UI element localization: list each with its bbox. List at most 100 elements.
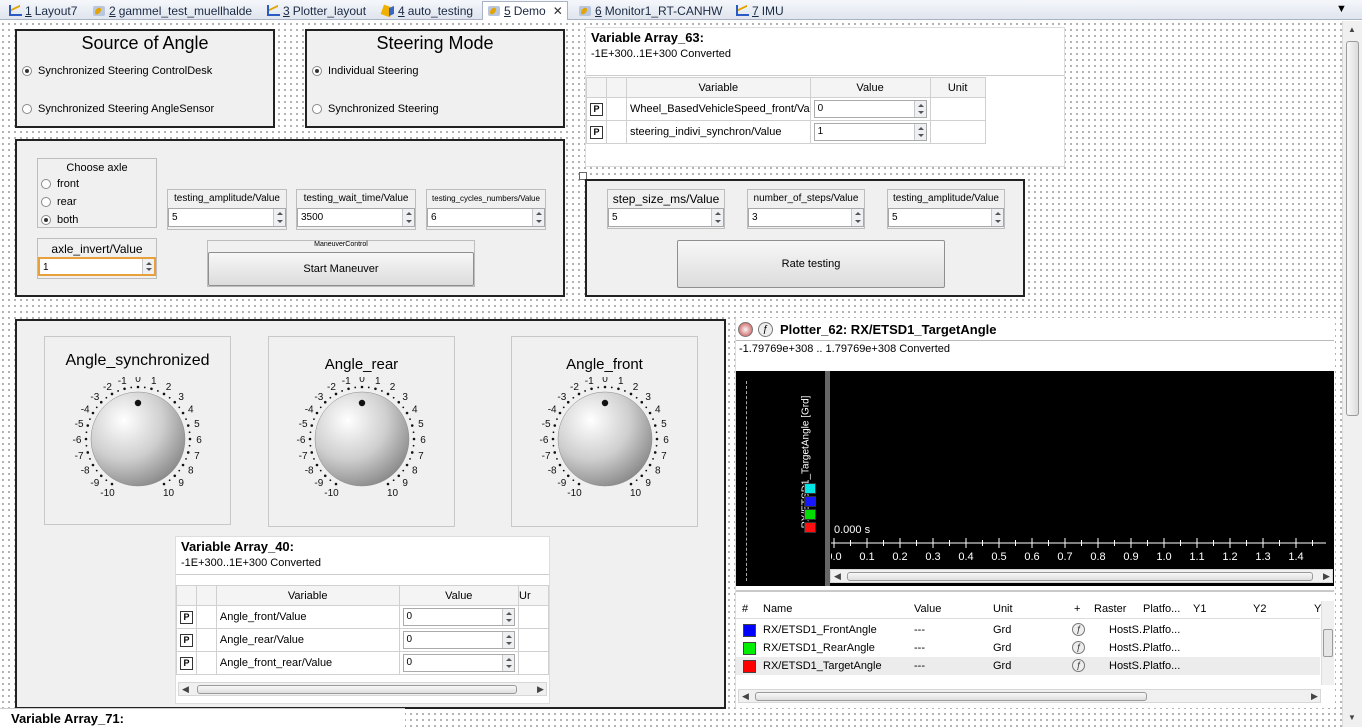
- angle-synchronized-knob[interactable]: -10-9-8-7-6-5-4-3-2-1 0 12345678910: [63, 377, 213, 507]
- scroll-right-icon[interactable]: ▶: [1311, 691, 1318, 702]
- tab-gammel-test-muellhalde[interactable]: 2 gammel_test_muellhalde: [92, 1, 252, 20]
- legend-horizontal-scrollbar[interactable]: ◀ ▶: [738, 689, 1321, 703]
- scroll-thumb[interactable]: [197, 685, 517, 694]
- spinner-arrows-icon[interactable]: [711, 209, 723, 226]
- knob-tick-label: -3: [557, 392, 566, 403]
- legend-row[interactable]: RX/ETSD1_RearAngle --- Grd ƒ HostS... Pl…: [736, 639, 1320, 657]
- start-maneuver-button[interactable]: Start Maneuver: [208, 252, 474, 286]
- scroll-left-icon[interactable]: ◀: [834, 571, 841, 582]
- scroll-down-icon[interactable]: ▼: [1348, 713, 1356, 722]
- value-input[interactable]: 0: [402, 631, 516, 649]
- value-cell[interactable]: 0: [809, 97, 931, 121]
- testing-wait-time-input[interactable]: 3500: [297, 208, 415, 227]
- plot-horizontal-scrollbar[interactable]: ◀ ▶: [830, 569, 1333, 583]
- radio-option[interactable]: Individual Steering: [312, 65, 419, 77]
- value-input[interactable]: 0: [402, 608, 516, 626]
- variable-table: Variable Value Unit P Wheel_BasedVehicle…: [586, 77, 986, 144]
- table-row: P Angle_front/Value 0: [176, 605, 549, 629]
- value-cell[interactable]: 0: [398, 628, 520, 652]
- radio-option[interactable]: Synchronized Steering: [312, 103, 439, 115]
- scroll-right-icon[interactable]: ▶: [537, 684, 544, 695]
- radio-option[interactable]: rear: [41, 196, 77, 208]
- parameter-flag: P: [176, 605, 197, 629]
- scroll-thumb[interactable]: [1323, 629, 1333, 657]
- radio-option[interactable]: Synchronized Steering AngleSensor: [22, 103, 214, 115]
- angle-rear-knob[interactable]: -10-9-8-7-6-5-4-3-2-1 0 12345678910: [287, 377, 437, 507]
- spinner-arrows-icon[interactable]: [502, 609, 515, 625]
- scroll-up-icon[interactable]: ▲: [1348, 25, 1356, 34]
- knob-scale-dot: [309, 431, 312, 434]
- testing-amplitude-input[interactable]: 5: [168, 208, 286, 227]
- value-cell[interactable]: 1: [809, 120, 931, 144]
- tab-demo[interactable]: 5 Demo ✕: [482, 1, 568, 20]
- legend-row[interactable]: RX/ETSD1_FrontAngle --- Grd ƒ HostS... P…: [736, 621, 1320, 639]
- horizontal-scrollbar[interactable]: ◀ ▶: [178, 682, 547, 696]
- scroll-thumb[interactable]: [1346, 41, 1359, 416]
- legend-vertical-scrollbar[interactable]: [1321, 601, 1334, 685]
- tab-monitor1-rt-canhw[interactable]: 6 Monitor1_RT-CANHW: [578, 1, 723, 20]
- value-cell[interactable]: 0: [398, 651, 520, 675]
- vertical-scrollbar[interactable]: ▲ ▼: [1342, 21, 1362, 727]
- scroll-thumb[interactable]: [755, 692, 1147, 701]
- spinner-arrows-icon[interactable]: [532, 209, 544, 226]
- spinner-arrows-icon[interactable]: [913, 101, 926, 117]
- radio-option[interactable]: Synchronized Steering ControlDesk: [22, 65, 212, 77]
- tab-layout7[interactable]: 1 Layout7: [8, 1, 77, 20]
- tab-number: 6: [595, 3, 602, 18]
- radio-label: rear: [57, 196, 77, 208]
- scroll-thumb[interactable]: [847, 572, 1313, 581]
- spinner-arrows-icon[interactable]: [273, 209, 285, 226]
- spinner-arrows-icon[interactable]: [402, 209, 414, 226]
- axle-invert-input[interactable]: 1: [38, 257, 156, 276]
- plotter-settings-icon[interactable]: [738, 322, 753, 337]
- value-input[interactable]: 0: [813, 100, 927, 118]
- variable-name: Angle_front_rear/Value: [215, 651, 400, 675]
- knob-scale-dot: [360, 385, 364, 389]
- layout-icon: [266, 4, 280, 17]
- spinner-arrows-icon[interactable]: [991, 209, 1003, 226]
- knob-scale-dot: [552, 444, 555, 447]
- legend-row[interactable]: RX/ETSD1_TargetAngle --- Grd ƒ HostS... …: [736, 657, 1320, 675]
- value-cell[interactable]: 0: [398, 605, 520, 629]
- close-icon[interactable]: ✕: [553, 4, 563, 18]
- tab-plotter-layout[interactable]: 3 Plotter_layout: [266, 1, 366, 20]
- col-header-blank: [195, 585, 217, 606]
- knob-scale-dot: [168, 396, 171, 399]
- knob-tick-label: -10: [100, 488, 115, 499]
- knob-indicator: [601, 399, 609, 407]
- testing-cycles-numbers-input[interactable]: 6: [427, 208, 545, 227]
- scroll-right-icon[interactable]: ▶: [1323, 571, 1330, 582]
- knob-tick-label: -1: [342, 377, 351, 387]
- spinner-arrows-icon[interactable]: [502, 632, 515, 648]
- panel-title: Steering Mode: [376, 33, 494, 53]
- spinner-arrows-icon[interactable]: [142, 259, 154, 274]
- tab-auto-testing[interactable]: 4 auto_testing: [381, 1, 473, 20]
- signal-swatch: [804, 522, 816, 533]
- spinner-arrows-icon[interactable]: [913, 124, 926, 140]
- spinner-arrows-icon[interactable]: [502, 655, 515, 671]
- value-input[interactable]: 0: [402, 654, 516, 672]
- spinner-arrows-icon[interactable]: [851, 209, 863, 226]
- step-size-input[interactable]: 5: [608, 208, 724, 227]
- y-axis-splitter[interactable]: [825, 371, 830, 586]
- plot-area[interactable]: RX/ETSD1_TargetAngle [Grd] 0.000 s 0.00.…: [736, 371, 1334, 586]
- tab-imu[interactable]: 7 IMU: [735, 1, 784, 20]
- col-header-variable: Variable: [215, 585, 400, 606]
- tab-list-dropdown-icon[interactable]: ▼: [1336, 3, 1347, 15]
- rate-testing-button[interactable]: Rate testing: [677, 240, 945, 288]
- knob-tick-label: 2: [390, 382, 396, 393]
- function-icon[interactable]: ƒ: [1072, 659, 1085, 672]
- scroll-left-icon[interactable]: ◀: [182, 684, 189, 695]
- radio-label: Synchronized Steering: [328, 103, 439, 115]
- layout-icon: [735, 4, 749, 17]
- scroll-left-icon[interactable]: ◀: [742, 691, 749, 702]
- number-of-steps-input[interactable]: 3: [748, 208, 864, 227]
- radio-option[interactable]: both: [41, 214, 78, 226]
- value-input[interactable]: 1: [813, 123, 927, 141]
- radio-option[interactable]: front: [41, 178, 79, 190]
- rate-testing-amplitude-input[interactable]: 5: [888, 208, 1004, 227]
- plotter-function-icon[interactable]: ƒ: [758, 322, 773, 337]
- function-icon[interactable]: ƒ: [1072, 623, 1085, 636]
- function-icon[interactable]: ƒ: [1072, 641, 1085, 654]
- angle-front-knob[interactable]: -10-9-8-7-6-5-4-3-2-1 0 12345678910: [530, 377, 680, 507]
